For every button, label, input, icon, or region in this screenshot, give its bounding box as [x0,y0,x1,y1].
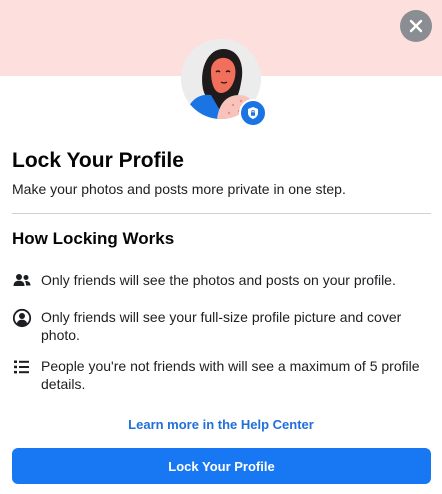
lock-badge [239,99,267,127]
close-button[interactable] [400,10,432,42]
shield-lock-icon [248,107,258,119]
dialog-subtitle: Make your photos and posts more private … [12,181,346,197]
section-title: How Locking Works [12,229,175,248]
avatar-container [181,39,267,127]
info-item-text: Only friends will see your full-size pro… [41,309,402,343]
info-item-posts: Only friends will see the photos and pos… [12,271,422,291]
divider [12,213,431,214]
dialog-title: Lock Your Profile [12,149,184,172]
profile-circle-icon [12,308,32,328]
list-icon [14,360,29,374]
info-item-text: People you're not friends with will see … [41,358,420,392]
close-icon [409,19,423,33]
info-item-profile-picture: Only friends will see your full-size pro… [12,308,422,344]
info-item-text: Only friends will see the photos and pos… [41,272,396,288]
info-item-profile-details: People you're not friends with will see … [12,357,422,393]
help-center-link[interactable]: Learn more in the Help Center [0,417,442,432]
friends-icon [13,274,31,286]
lock-profile-button[interactable]: Lock Your Profile [12,448,431,484]
lock-profile-dialog: Lock Your Profile Make your photos and p… [0,0,442,494]
